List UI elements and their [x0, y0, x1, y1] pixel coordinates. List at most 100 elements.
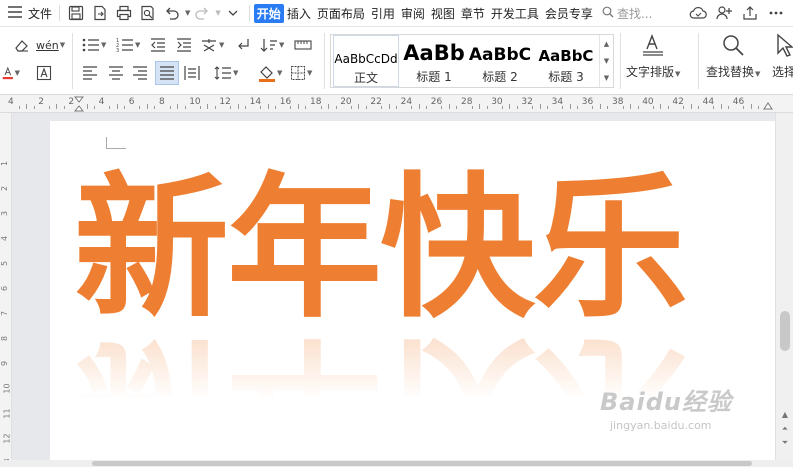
ruler-tick — [728, 106, 730, 109]
customize-toolbar-icon[interactable] — [222, 2, 244, 24]
expand-icon[interactable]: ▼ — [604, 74, 609, 82]
text-layout-button[interactable]: 文字排版▼ — [626, 33, 680, 80]
ruler-tick — [380, 106, 382, 109]
style-heading-1[interactable]: AaBb 标题 1 — [403, 35, 465, 87]
chinese-layout-button[interactable]: ▼ — [200, 34, 224, 56]
sort-button[interactable]: ▼ — [260, 34, 284, 56]
tab-home[interactable]: 开始 — [253, 3, 284, 23]
divider — [698, 33, 699, 89]
baidu-watermark: Baidu经验 jingyan.baidu.com — [600, 382, 760, 442]
align-center-button[interactable] — [108, 62, 124, 84]
tab-page-layout[interactable]: 页面布局 — [314, 0, 368, 27]
tab-developer[interactable]: 开发工具 — [488, 0, 542, 27]
tab-references[interactable]: 引用 — [368, 0, 398, 27]
search-input[interactable]: 查找... — [602, 5, 672, 22]
ruler-tick — [237, 104, 239, 109]
tab-review[interactable]: 审阅 — [398, 0, 428, 27]
vertical-scrollbar[interactable]: ▲ ⏶ ⏷ — [775, 113, 793, 460]
select-button[interactable]: 选择 — [772, 33, 793, 80]
divider — [72, 33, 73, 89]
line-spacing-button[interactable]: ▼ — [214, 62, 238, 84]
chevron-double-down-icon[interactable]: ⏷ — [779, 437, 791, 449]
table-border-button[interactable] — [294, 34, 312, 56]
bullet-list-button[interactable]: ▼ — [82, 34, 106, 56]
increase-indent-button[interactable] — [176, 34, 192, 56]
text-layout-icon — [643, 34, 664, 56]
style-heading-2[interactable]: AaBbC 标题 2 — [469, 35, 531, 87]
font-color-button[interactable]: ▼ — [2, 62, 20, 84]
tab-view[interactable]: 视图 — [428, 0, 458, 27]
align-right-button[interactable] — [132, 62, 148, 84]
vruler-number: 5 — [0, 260, 10, 267]
chevron-up-icon[interactable]: ▲ — [779, 409, 791, 421]
cloud-sync-icon[interactable] — [686, 2, 710, 24]
collaborate-icon[interactable] — [712, 2, 736, 24]
chevron-double-up-icon[interactable]: ⏶ — [779, 423, 791, 435]
style-label: 标题 1 — [416, 70, 452, 84]
find-replace-button[interactable]: 查找替换▼ — [706, 33, 760, 80]
more-icon[interactable] — [764, 2, 788, 24]
ruler-tick — [418, 104, 420, 109]
align-justify-icon — [160, 66, 174, 80]
save-icon[interactable] — [65, 2, 87, 24]
style-normal[interactable]: AaBbCcDd 正文 — [333, 35, 399, 87]
hamburger-icon — [8, 5, 22, 21]
tab-member[interactable]: 会员专享 — [542, 0, 596, 27]
tab-sections[interactable]: 章节 — [458, 0, 488, 27]
undo-dropdown-icon[interactable]: ▼ — [185, 9, 190, 17]
ruler-tick — [698, 106, 700, 109]
align-left-button[interactable] — [82, 62, 98, 84]
chevron-down-icon: ▼ — [219, 41, 225, 49]
file-menu[interactable]: 文件 — [0, 0, 55, 27]
headline-text[interactable]: 新年快乐 — [74, 169, 774, 329]
justify-button[interactable] — [155, 61, 179, 85]
styles-scroll[interactable]: ▲ ▼ ▼ — [599, 35, 613, 87]
ruler-tick — [267, 104, 269, 109]
print-preview-icon[interactable] — [137, 2, 159, 24]
style-label: 标题 3 — [548, 70, 584, 84]
numbered-list-button[interactable]: 123 ▼ — [116, 34, 140, 56]
chinese-layout-icon — [202, 39, 216, 52]
scroll-thumb[interactable] — [780, 311, 790, 351]
chevron-down-icon: ▼ — [675, 70, 681, 78]
right-margin-marker-icon[interactable] — [763, 98, 773, 113]
font-color-icon — [2, 66, 13, 80]
phonetic-guide-button[interactable]: wén ▼ — [36, 34, 65, 56]
horizontal-ruler[interactable]: 4 2 2 4 6 8 10 12 14 16 18 20 22 24 26 28 30 32 34 36 38 40 42… — [0, 95, 793, 113]
ruler-tick — [592, 106, 594, 109]
select-label: 选择 — [772, 65, 793, 79]
export-icon[interactable] — [89, 2, 111, 24]
vruler-number: 6 — [0, 285, 10, 292]
menu-bar: 文件 ▼ ▼ 开始 插入 页面布局 引用 审阅 视图 章节 开发工具 会员专享 … — [0, 0, 793, 27]
ruler-tick — [396, 106, 398, 109]
share-icon[interactable] — [738, 2, 762, 24]
vertical-ruler[interactable]: 12345678910111213 — [0, 113, 12, 467]
ruler-tick — [305, 106, 307, 109]
ruler-tick — [177, 104, 179, 109]
horizontal-scrollbar[interactable] — [0, 460, 793, 467]
redo-dropdown-icon[interactable]: ▼ — [215, 9, 220, 17]
print-icon[interactable] — [113, 2, 135, 24]
borders-button[interactable]: ▼ — [290, 62, 312, 84]
borders-icon — [291, 66, 305, 80]
decrease-indent-button[interactable] — [150, 34, 166, 56]
ruler-tick — [18, 106, 20, 109]
show-hide-marks-button[interactable] — [236, 34, 250, 56]
ruler-tick — [365, 106, 367, 109]
ruler-tick — [607, 106, 609, 109]
tab-insert[interactable]: 插入 — [284, 0, 314, 27]
ruler-number: 6 — [128, 97, 135, 107]
distributed-align-button[interactable] — [184, 62, 200, 84]
redo-icon[interactable] — [191, 2, 213, 24]
chevron-down-icon: ▼ — [59, 41, 66, 49]
char-border-button[interactable] — [36, 62, 52, 84]
shading-button[interactable]: ▼ — [258, 62, 282, 84]
style-heading-3[interactable]: AaBbC 标题 3 — [535, 35, 597, 87]
clear-format-button[interactable] — [14, 34, 30, 56]
undo-icon[interactable] — [161, 2, 183, 24]
outdent-icon — [151, 38, 165, 52]
chevron-up-icon[interactable]: ▲ — [604, 40, 609, 48]
ruler-tick — [471, 106, 473, 109]
scroll-thumb[interactable] — [92, 461, 752, 466]
chevron-down-icon[interactable]: ▼ — [604, 57, 609, 65]
